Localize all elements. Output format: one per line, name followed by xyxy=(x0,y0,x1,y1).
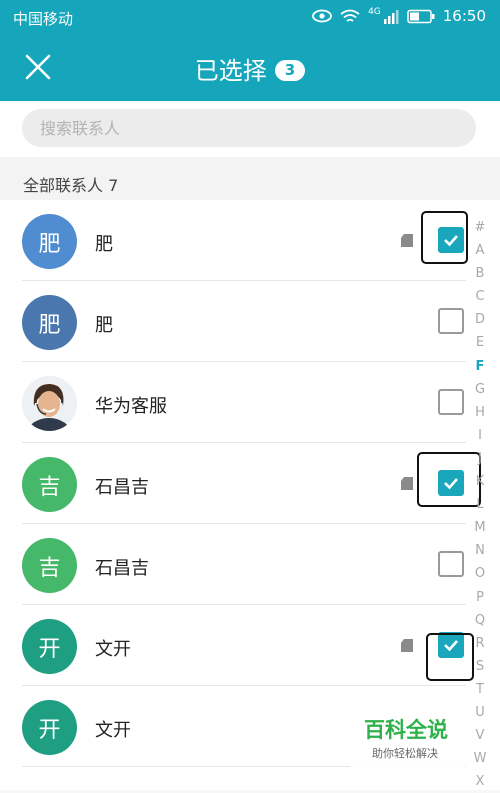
selected-count-badge: 3 xyxy=(274,60,306,81)
avatar: 开 xyxy=(22,619,77,674)
watermark: 百科全说 助你轻松解决 xyxy=(350,708,465,770)
title-text: 已选择 xyxy=(194,57,267,85)
contact-name: 肥 xyxy=(95,234,113,255)
carrier-name: 中国移动 xyxy=(13,10,74,28)
index-letter[interactable]: Q xyxy=(475,609,485,632)
index-letter[interactable]: # xyxy=(475,216,486,239)
index-letter[interactable]: W xyxy=(474,747,487,770)
index-letter[interactable]: M xyxy=(474,516,485,539)
contact-row[interactable]: 华为客服 xyxy=(0,362,500,443)
index-letter[interactable]: C xyxy=(475,285,484,308)
avatar: 肥 xyxy=(22,295,77,350)
index-letter[interactable]: D xyxy=(475,308,485,331)
index-letter[interactable]: V xyxy=(476,724,485,747)
contact-name: 石昌吉 xyxy=(95,558,149,579)
contact-row[interactable]: 吉 石昌吉 xyxy=(0,524,500,605)
contact-name: 石昌吉 xyxy=(95,477,149,498)
index-letter[interactable]: B xyxy=(476,262,485,285)
contact-row[interactable]: 肥 肥 xyxy=(0,200,500,281)
contact-row[interactable]: 开 文开 xyxy=(0,605,500,686)
index-letter[interactable]: U xyxy=(475,701,485,724)
watermark-subtitle: 助你轻松解决 xyxy=(372,747,438,760)
customer-service-agent-photo xyxy=(22,376,77,431)
avatar: 肥 xyxy=(22,214,77,269)
search-bar xyxy=(0,101,500,157)
index-letter[interactable]: F xyxy=(476,355,485,378)
highlight-box xyxy=(421,211,468,264)
index-letter[interactable]: S xyxy=(476,655,484,678)
contact-row[interactable]: 吉 石昌吉 xyxy=(0,443,500,524)
index-letter[interactable]: N xyxy=(475,539,485,562)
watermark-title: 百科全说 xyxy=(364,718,448,742)
highlight-box xyxy=(426,633,474,681)
sim-card-icon xyxy=(401,639,413,652)
index-letter[interactable]: K xyxy=(476,470,485,493)
header: 已选择 3 xyxy=(0,33,500,101)
contact-checkbox[interactable] xyxy=(438,389,464,415)
section-header: 全部联系人 7 xyxy=(0,157,500,200)
network-type: 4G xyxy=(368,7,381,17)
sim-card-icon xyxy=(401,234,413,247)
index-letter[interactable]: O xyxy=(475,562,485,585)
index-letter[interactable]: G xyxy=(475,378,485,401)
status-icons: 4G 16:50 xyxy=(312,7,486,25)
contact-checkbox[interactable] xyxy=(438,308,464,334)
contact-name: 文开 xyxy=(95,720,131,741)
index-letter[interactable]: T xyxy=(476,678,484,701)
contact-name: 文开 xyxy=(95,639,131,660)
wifi-icon xyxy=(340,9,360,22)
index-letter[interactable]: I xyxy=(478,424,482,447)
avatar-photo xyxy=(22,376,77,431)
index-letter[interactable]: A xyxy=(476,239,485,262)
index-letter[interactable]: R xyxy=(475,632,484,655)
contact-row[interactable]: 肥 肥 xyxy=(0,281,500,362)
index-letter[interactable]: E xyxy=(476,331,484,354)
battery-icon xyxy=(407,9,435,23)
section-label: 全部联系人 7 xyxy=(23,176,119,195)
highlight-box xyxy=(417,452,481,507)
eye-icon xyxy=(312,9,332,23)
contact-name: 华为客服 xyxy=(95,396,167,417)
clock: 16:50 xyxy=(442,7,486,25)
alphabet-index-bar[interactable]: # A B C D E F G H I J K L M N O P Q R S T U V W X xyxy=(473,216,487,793)
search-input[interactable] xyxy=(22,109,476,147)
index-letter[interactable]: H xyxy=(475,401,485,424)
page-title: 已选择 3 xyxy=(0,51,500,86)
index-letter[interactable]: P xyxy=(476,586,484,609)
avatar: 开 xyxy=(22,700,77,755)
contact-name: 肥 xyxy=(95,315,113,336)
status-bar: 中国移动 4G 16:50 xyxy=(0,0,500,33)
avatar: 吉 xyxy=(22,538,77,593)
sim-card-icon xyxy=(401,477,413,490)
avatar: 吉 xyxy=(22,457,77,512)
index-letter[interactable]: J xyxy=(478,447,482,470)
index-letter[interactable]: L xyxy=(476,493,483,516)
contact-list: 肥 肥 肥 肥 华为客服 吉 石昌吉 吉 石昌吉 开 文开 开 文开 xyxy=(0,200,500,790)
contact-checkbox[interactable] xyxy=(438,551,464,577)
signal-icon xyxy=(383,9,399,24)
